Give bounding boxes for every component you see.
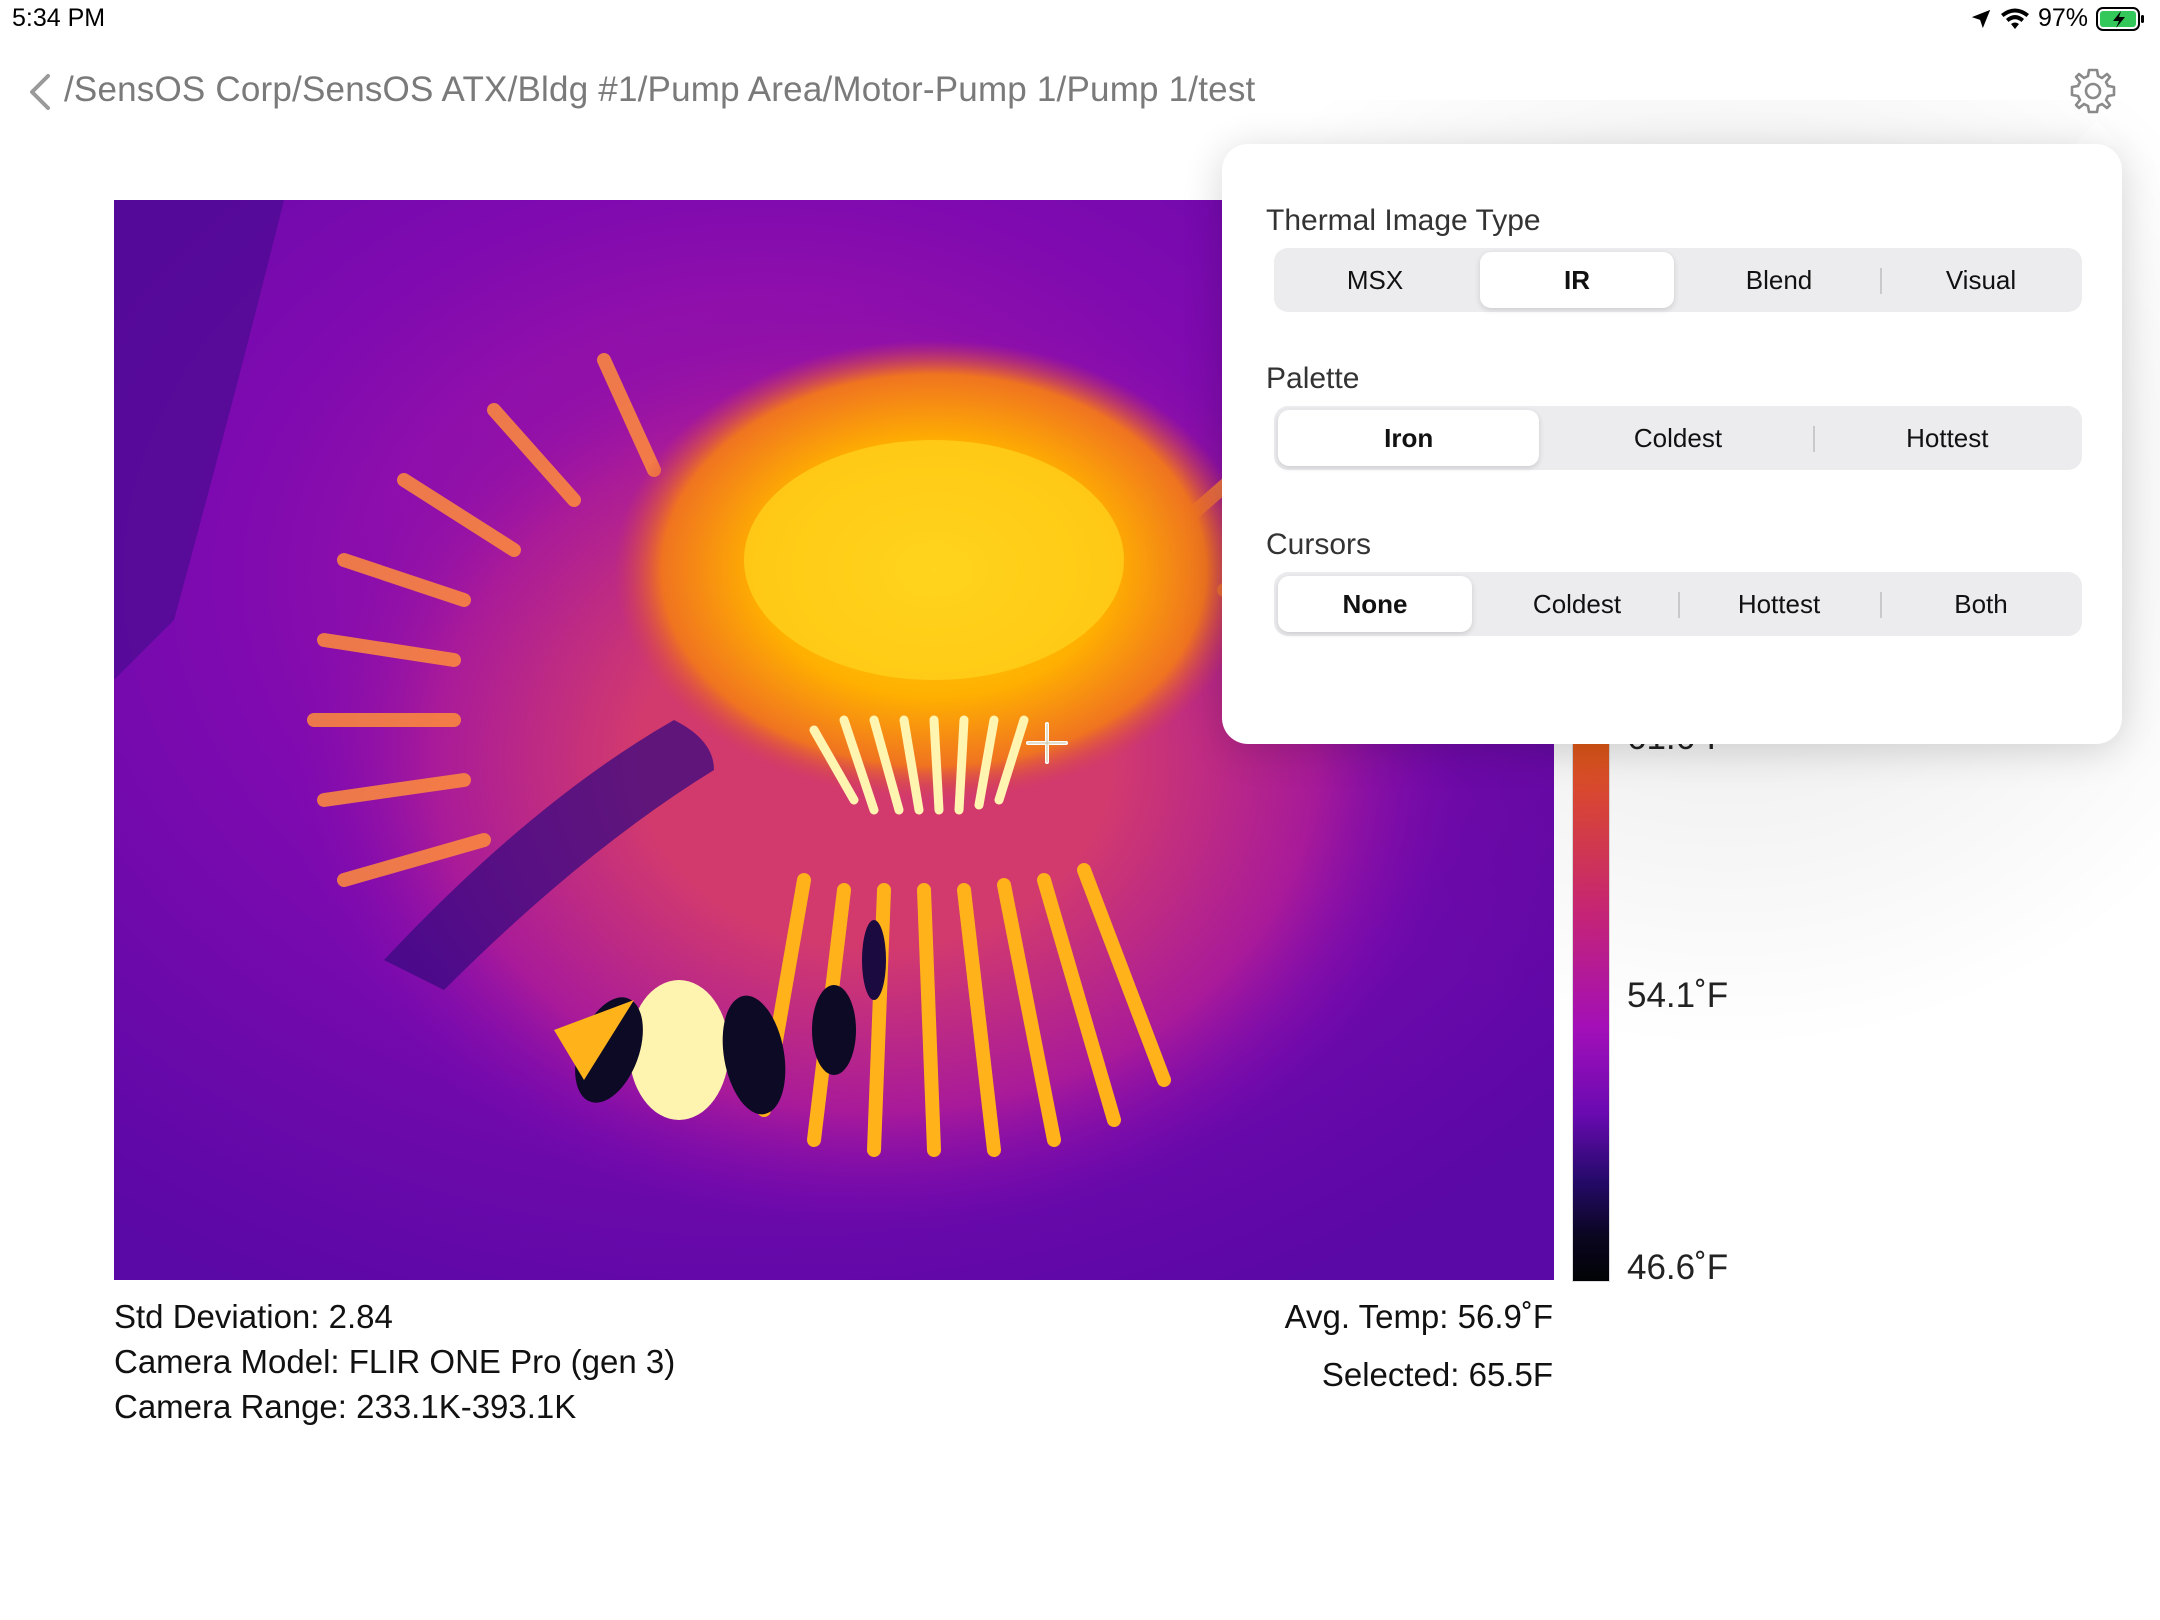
breadcrumb: /SensOS Corp/SensOS ATX/Bldg #1/Pump Are… <box>64 70 1256 109</box>
status-time: 5:34 PM <box>12 4 106 32</box>
segment-cursor-coldest[interactable]: Coldest <box>1480 576 1674 632</box>
chevron-left-icon <box>30 74 50 110</box>
palette-control: Iron Coldest Hottest <box>1274 406 2082 470</box>
segment-msx[interactable]: MSX <box>1278 252 1472 308</box>
battery-charging-icon <box>2096 6 2144 31</box>
avg-temp: Avg. Temp: 56.9˚F <box>1284 1298 1553 1335</box>
cursors-control: None Coldest Hottest Both <box>1274 572 2082 636</box>
segment-palette-hottest[interactable]: Hottest <box>1812 410 2078 466</box>
battery-percent: 97% <box>2037 4 2088 32</box>
palette-title: Palette <box>1266 362 1360 395</box>
scale-mid-label: 54.1˚F <box>1627 976 1729 1015</box>
segment-both[interactable]: Both <box>1880 576 2078 632</box>
crosshair-icon <box>1026 722 1068 764</box>
settings-button[interactable] <box>2068 66 2118 116</box>
thermal-image-type-control: MSX IR Blend Visual <box>1274 248 2082 312</box>
segment-iron[interactable]: Iron <box>1278 410 1540 466</box>
segment-none[interactable]: None <box>1278 576 1472 632</box>
settings-popover: Thermal Image Type MSX IR Blend Visual P… <box>1222 144 2122 744</box>
segment-blend[interactable]: Blend <box>1682 252 1876 308</box>
scale-min-label: 46.6˚F <box>1627 1248 1729 1287</box>
back-button[interactable] <box>24 70 56 114</box>
camera-model: Camera Model: FLIR ONE Pro (gen 3) <box>114 1343 676 1380</box>
std-deviation: Std Deviation: 2.84 <box>114 1298 393 1335</box>
location-arrow-icon <box>1971 9 1991 28</box>
wifi-icon <box>2000 8 2029 29</box>
thermal-image-type-title: Thermal Image Type <box>1266 204 1541 237</box>
segment-ir[interactable]: IR <box>1480 252 1674 308</box>
status-indicators: 97% <box>1970 4 2146 33</box>
temperature-color-scale <box>1572 720 1610 1282</box>
popover-arrow <box>2073 120 2121 146</box>
cursors-title: Cursors <box>1266 528 1372 561</box>
camera-range: Camera Range: 233.1K-393.1K <box>114 1388 577 1425</box>
gear-icon <box>2070 68 2116 114</box>
segment-cursor-hottest[interactable]: Hottest <box>1678 576 1876 632</box>
segment-visual[interactable]: Visual <box>1880 252 2078 308</box>
selected-temp: Selected: 65.5F <box>1321 1356 1553 1393</box>
segment-palette-coldest[interactable]: Coldest <box>1547 410 1808 466</box>
